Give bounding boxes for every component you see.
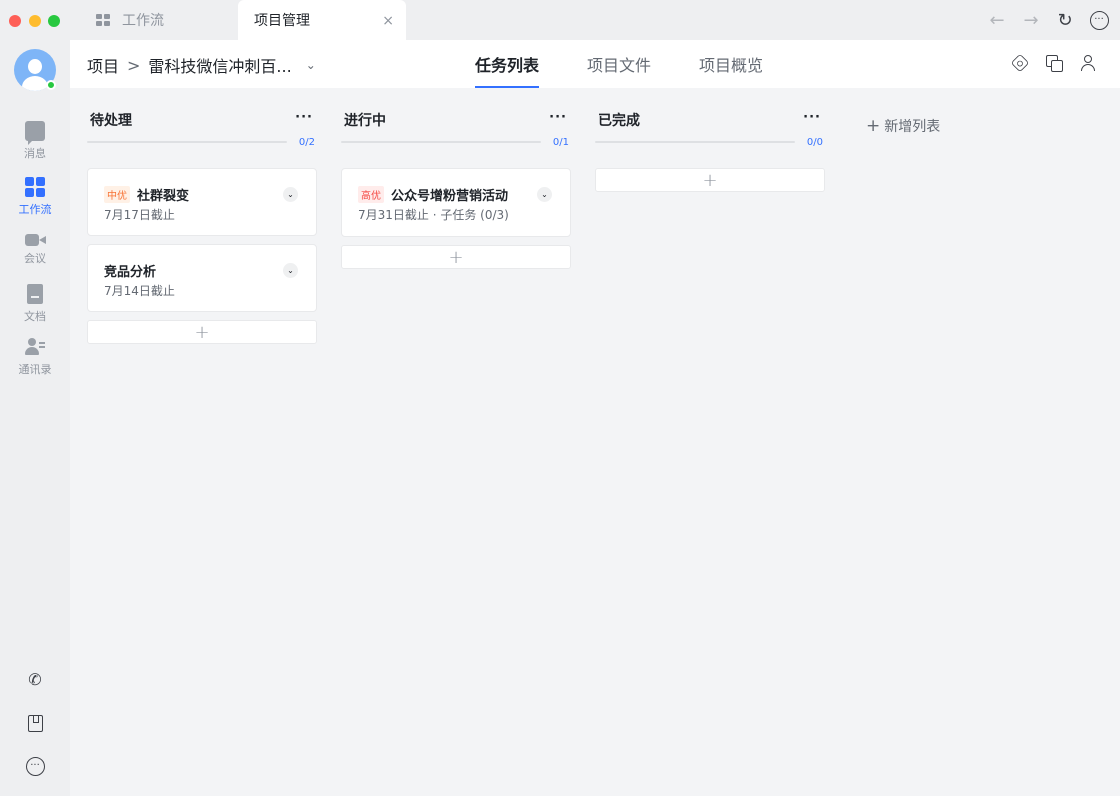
members-icon[interactable] [1080, 55, 1096, 71]
phone-video-icon[interactable]: ✆ [24, 668, 46, 690]
copy-icon[interactable] [1046, 55, 1063, 72]
project-name[interactable]: 雷科技微信冲刺百... [148, 53, 291, 77]
tab-task-list[interactable]: 任务列表 [475, 40, 540, 88]
tab-label: 工作流 [122, 13, 164, 29]
sidebar-item-label: 消息 [24, 147, 46, 160]
close-icon[interactable]: × [382, 13, 394, 29]
task-due-date: 7月31日截止 · 子任务 (0/3) [358, 208, 509, 222]
bookmark-icon [27, 714, 43, 732]
task-title: 高优 公众号增粉营销活动 [358, 185, 508, 204]
priority-badge: 高优 [358, 186, 384, 203]
column-progress-bar [87, 141, 287, 143]
header-icons [1010, 53, 1096, 73]
document-icon [27, 284, 43, 304]
minimize-window-button[interactable] [29, 15, 41, 27]
column-title: 待处理 [90, 113, 132, 129]
task-title: 竞品分析 [104, 261, 156, 280]
task-card[interactable]: 中优 社群裂变 7月17日截止 ⌄ [87, 168, 317, 236]
workflow-icon [25, 177, 45, 197]
video-icon [25, 234, 46, 246]
sidebar-more-button[interactable]: ··· [24, 755, 46, 777]
priority-badge: 中优 [104, 186, 130, 203]
chevron-down-icon[interactable]: ⌄ [283, 263, 298, 278]
kanban-board: 待处理 ··· 0/2 中优 社群裂变 7月17日截止 ⌄ 竞品分析 7月14日… [70, 88, 1120, 796]
breadcrumb-root[interactable]: 项目 [87, 53, 119, 77]
more-icon: ··· [25, 756, 45, 776]
sidebar-item-label: 文档 [24, 310, 46, 323]
sidebar-item-documents[interactable]: 文档 [0, 284, 70, 324]
column-progress-bar [341, 141, 541, 143]
refresh-icon[interactable]: ↻ [1054, 9, 1076, 31]
bookmark-button[interactable] [24, 712, 46, 734]
task-title-text: 社群裂变 [137, 189, 190, 204]
breadcrumb: 项目 > 雷科技微信冲刺百... ⌄ [87, 53, 316, 77]
column-progress-bar [595, 141, 795, 143]
sidebar-item-meetings[interactable]: 会议 [0, 230, 70, 266]
tab-workflow[interactable]: 工作流 [84, 0, 234, 40]
more-button[interactable]: ··· [1088, 9, 1110, 31]
column-title: 已完成 [598, 113, 640, 129]
online-status-icon [46, 80, 56, 90]
task-title-text: 竞品分析 [104, 265, 157, 280]
maximize-window-button[interactable] [48, 15, 60, 27]
chevron-down-icon[interactable]: ⌄ [306, 58, 316, 72]
sidebar: 消息 工作流 会议 文档 通讯录 ✆ ··· [0, 40, 70, 796]
contacts-icon [25, 337, 45, 357]
chevron-right-icon: > [127, 55, 141, 75]
sidebar-item-label: 工作流 [18, 203, 52, 216]
sidebar-item-label: 通讯录 [18, 363, 52, 376]
task-due-date: 7月14日截止 [104, 284, 175, 298]
task-title: 中优 社群裂变 [104, 185, 189, 204]
column-count: 0/1 [552, 137, 569, 148]
add-task-button[interactable]: + [341, 245, 571, 269]
add-task-button[interactable]: + [595, 168, 825, 192]
new-list-label: 新增列表 [884, 119, 941, 135]
chevron-down-icon[interactable]: ⌄ [537, 187, 552, 202]
forward-arrow-icon[interactable]: → [1020, 9, 1042, 31]
app-window: 工作流 项目管理 × ← → ↻ ··· 消息 工作流 会议 文档 通讯录 ✆ … [0, 0, 1120, 796]
task-card[interactable]: 竞品分析 7月14日截止 ⌄ [87, 244, 317, 312]
nav-buttons: ← → ↻ ··· [986, 9, 1110, 31]
title-bar: 工作流 项目管理 × ← → ↻ ··· [0, 0, 1120, 40]
column-count: 0/2 [298, 137, 315, 148]
sidebar-item-messages[interactable]: 消息 [0, 121, 70, 161]
back-arrow-icon[interactable]: ← [986, 9, 1008, 31]
column-more-icon[interactable]: ··· [295, 110, 313, 125]
close-window-button[interactable] [9, 15, 21, 27]
column-more-icon[interactable]: ··· [803, 110, 821, 125]
task-card[interactable]: 高优 公众号增粉营销活动 7月31日截止 · 子任务 (0/3) ⌄ [341, 168, 571, 237]
add-task-button[interactable]: + [87, 320, 317, 344]
workflow-icon [96, 14, 110, 26]
tab-project-management[interactable]: 项目管理 × [238, 0, 406, 40]
column-count: 0/0 [806, 137, 823, 148]
view-tabs: 任务列表 项目文件 项目概览 [475, 40, 811, 88]
sidebar-item-contacts[interactable]: 通讯录 [0, 337, 70, 377]
sidebar-item-workflow[interactable]: 工作流 [0, 177, 70, 217]
chevron-down-icon[interactable]: ⌄ [283, 187, 298, 202]
settings-icon[interactable] [1010, 53, 1030, 73]
tab-label: 项目管理 [254, 13, 310, 29]
column-title: 进行中 [344, 113, 386, 129]
column-more-icon[interactable]: ··· [549, 110, 567, 125]
new-list-button[interactable]: + 新增列表 [866, 116, 940, 136]
tab-project-files[interactable]: 项目文件 [587, 40, 651, 88]
task-due-date: 7月17日截止 [104, 208, 175, 222]
project-header: 项目 > 雷科技微信冲刺百... ⌄ 任务列表 项目文件 项目概览 [70, 40, 1120, 88]
sidebar-item-label: 会议 [24, 252, 46, 265]
message-icon [25, 121, 45, 145]
more-icon: ··· [1089, 10, 1109, 30]
task-title-text: 公众号增粉营销活动 [391, 189, 509, 204]
tab-project-overview[interactable]: 项目概览 [699, 40, 763, 88]
plus-icon: + [866, 116, 881, 136]
